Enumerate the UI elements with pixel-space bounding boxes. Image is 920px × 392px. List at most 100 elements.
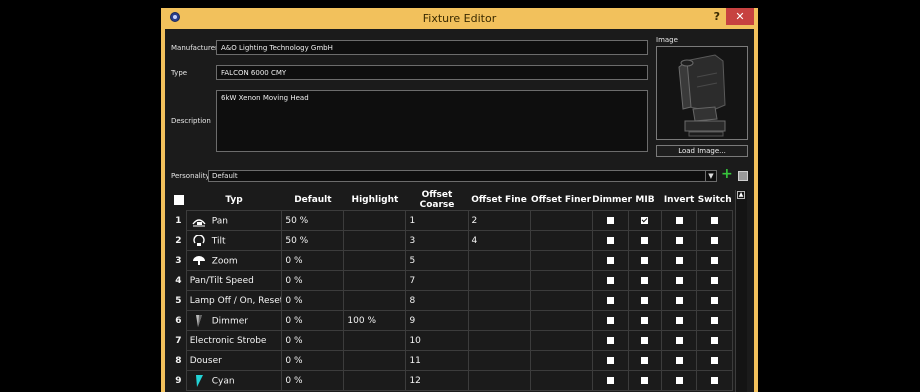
switch-cell[interactable] (696, 290, 733, 311)
finer-cell[interactable] (529, 330, 593, 351)
column-header[interactable]: Typ (186, 190, 282, 211)
mib-checkbox[interactable] (641, 296, 649, 304)
switch-checkbox[interactable] (711, 216, 719, 224)
table-row[interactable]: 9 Cyan 0 % 12 (171, 370, 733, 391)
highlight-cell[interactable] (343, 350, 407, 371)
highlight-cell[interactable] (343, 270, 407, 291)
column-header[interactable]: Default (282, 190, 344, 211)
finer-cell[interactable] (529, 250, 593, 271)
coarse-cell[interactable]: 1 (405, 210, 469, 231)
dimmer-checkbox[interactable] (606, 376, 614, 384)
dimmer-cell[interactable] (591, 350, 630, 371)
highlight-cell[interactable] (343, 230, 407, 251)
mib-checkbox[interactable] (641, 216, 649, 224)
mib-cell[interactable] (628, 310, 662, 331)
coarse-cell[interactable]: 7 (405, 270, 469, 291)
column-header[interactable]: Highlight (344, 190, 406, 211)
type-cell[interactable]: Cyan (185, 370, 283, 391)
dimmer-cell[interactable] (591, 370, 630, 391)
type-cell[interactable]: Douser (185, 350, 283, 371)
table-row[interactable]: 6 Dimmer 0 % 100 % 9 (171, 310, 733, 331)
mib-checkbox[interactable] (641, 256, 649, 264)
highlight-cell[interactable] (343, 210, 407, 231)
dimmer-checkbox[interactable] (606, 336, 614, 344)
invert-cell[interactable] (660, 270, 698, 291)
table-row[interactable]: 8 Douser 0 % 11 (171, 350, 733, 371)
finer-cell[interactable] (529, 370, 593, 391)
type-cell[interactable]: Tilt (185, 230, 283, 251)
switch-cell[interactable] (696, 210, 733, 231)
dimmer-cell[interactable] (591, 210, 630, 231)
column-header[interactable]: Switch (697, 190, 733, 211)
default-cell[interactable]: 50 % (281, 210, 345, 231)
switch-checkbox[interactable] (711, 256, 719, 264)
finer-cell[interactable] (529, 210, 593, 231)
dimmer-cell[interactable] (591, 330, 630, 351)
mib-cell[interactable] (628, 270, 662, 291)
switch-checkbox[interactable] (711, 356, 719, 364)
finer-cell[interactable] (529, 230, 593, 251)
invert-cell[interactable] (660, 290, 698, 311)
type-cell[interactable]: Pan (185, 210, 283, 231)
type-input[interactable]: FALCON 6000 CMY (216, 65, 648, 80)
dimmer-cell[interactable] (591, 230, 630, 251)
switch-checkbox[interactable] (711, 236, 719, 244)
fine-cell[interactable] (467, 350, 531, 371)
type-cell[interactable]: Zoom (185, 250, 283, 271)
mib-cell[interactable] (628, 230, 662, 251)
switch-checkbox[interactable] (711, 376, 719, 384)
table-row[interactable]: 7 Electronic Strobe 0 % 10 (171, 330, 733, 351)
finer-cell[interactable] (529, 310, 593, 331)
switch-cell[interactable] (696, 250, 733, 271)
highlight-cell[interactable] (343, 250, 407, 271)
mib-cell[interactable] (628, 370, 662, 391)
type-cell[interactable]: Pan/Tilt Speed (185, 270, 283, 291)
default-cell[interactable]: 0 % (281, 330, 345, 351)
switch-checkbox[interactable] (711, 296, 719, 304)
table-row[interactable]: 1 Pan 50 % 1 2 (171, 210, 733, 231)
help-button[interactable]: ? (714, 10, 720, 23)
column-header[interactable]: Offset Fine (468, 190, 530, 211)
invert-checkbox[interactable] (675, 316, 683, 324)
dimmer-cell[interactable] (591, 270, 630, 291)
select-all-checkbox[interactable] (171, 190, 186, 211)
mib-cell[interactable] (628, 290, 662, 311)
coarse-cell[interactable]: 12 (405, 370, 469, 391)
switch-checkbox[interactable] (711, 316, 719, 324)
invert-cell[interactable] (660, 210, 698, 231)
finer-cell[interactable] (529, 290, 593, 311)
add-personality-button[interactable]: + (721, 167, 733, 181)
dimmer-checkbox[interactable] (606, 316, 614, 324)
invert-checkbox[interactable] (675, 256, 683, 264)
invert-cell[interactable] (660, 350, 698, 371)
finer-cell[interactable] (529, 270, 593, 291)
mib-checkbox[interactable] (641, 276, 649, 284)
personality-select[interactable]: Default ▼ (208, 170, 717, 182)
mib-checkbox[interactable] (641, 376, 649, 384)
coarse-cell[interactable]: 9 (405, 310, 469, 331)
load-image-button[interactable]: Load Image... (656, 145, 748, 157)
invert-checkbox[interactable] (675, 376, 683, 384)
mib-cell[interactable] (628, 250, 662, 271)
dimmer-cell[interactable] (591, 310, 630, 331)
coarse-cell[interactable]: 10 (405, 330, 469, 351)
dimmer-cell[interactable] (591, 290, 630, 311)
table-row[interactable]: 3 Zoom 0 % 5 (171, 250, 733, 271)
dimmer-checkbox[interactable] (606, 256, 614, 264)
table-row[interactable]: 2 Tilt 50 % 3 4 (171, 230, 733, 251)
default-cell[interactable]: 0 % (281, 350, 345, 371)
type-cell[interactable]: Electronic Strobe (185, 330, 283, 351)
default-cell[interactable]: 0 % (281, 310, 345, 331)
mib-checkbox[interactable] (641, 336, 649, 344)
default-cell[interactable]: 0 % (281, 290, 345, 311)
switch-checkbox[interactable] (711, 276, 719, 284)
invert-cell[interactable] (660, 230, 698, 251)
dimmer-checkbox[interactable] (606, 276, 614, 284)
invert-cell[interactable] (660, 330, 698, 351)
switch-cell[interactable] (696, 270, 733, 291)
coarse-cell[interactable]: 5 (405, 250, 469, 271)
fine-cell[interactable] (467, 270, 531, 291)
fine-cell[interactable]: 2 (467, 210, 531, 231)
invert-cell[interactable] (660, 310, 698, 331)
invert-checkbox[interactable] (675, 236, 683, 244)
